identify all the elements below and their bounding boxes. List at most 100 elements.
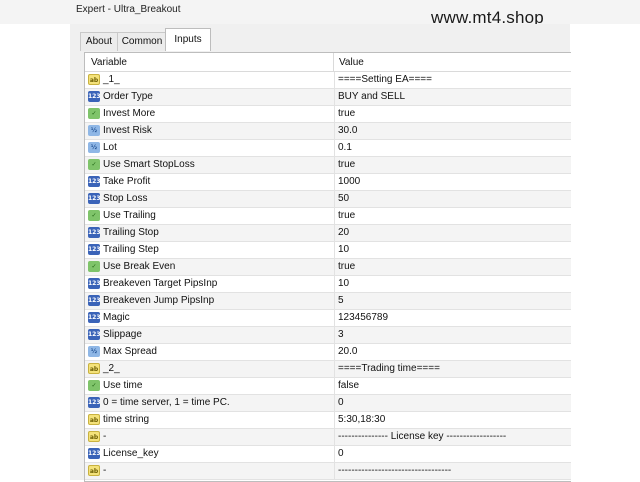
integer-type-icon: 123 (88, 329, 101, 340)
variable-name: Use Break Even (103, 261, 176, 272)
variable-value[interactable]: 0 (334, 446, 571, 462)
variable-name: time string (103, 414, 150, 425)
column-divider[interactable] (333, 53, 334, 71)
column-header-variable[interactable]: Variable (91, 57, 127, 68)
tab-common[interactable]: Common (117, 32, 167, 51)
variable-name: Order Type (103, 91, 153, 102)
variable-value[interactable]: false (334, 378, 571, 394)
tab-about[interactable]: About (80, 32, 118, 51)
variable-value[interactable]: ====Trading time==== (334, 361, 571, 377)
table-row[interactable]: ✓ Use Trailing true (85, 208, 571, 225)
boolean-type-icon: ✓ (88, 108, 100, 119)
variable-value[interactable]: true (334, 157, 571, 173)
variable-name: Invest Risk (103, 125, 152, 136)
table-row[interactable]: 123 Trailing Stop 20 (85, 225, 571, 242)
integer-type-icon: 123 (88, 448, 101, 459)
table-row[interactable]: ✓ Invest More true (85, 106, 571, 123)
integer-type-icon: 123 (88, 176, 101, 187)
table-row[interactable]: 123 0 = time server, 1 = time PC. 0 (85, 395, 571, 412)
table-row[interactable]: 123 Stop Loss 50 (85, 191, 571, 208)
variable-value[interactable]: 10 (334, 242, 571, 258)
variable-value[interactable]: 1000 (334, 174, 571, 190)
string-type-icon: ab (88, 414, 100, 425)
variable-value[interactable]: 0.1 (334, 140, 571, 156)
table-row[interactable]: 123 Trailing Step 10 (85, 242, 571, 259)
table-row[interactable]: 123 Breakeven Target PipsInp 10 (85, 276, 571, 293)
table-row[interactable]: ab time string 5:30,18:30 (85, 412, 571, 429)
integer-type-icon: 123 (88, 295, 101, 306)
inputs-table-body: ab _1_ ====Setting EA==== 123 Order Type BUY … (85, 72, 571, 480)
variable-value[interactable]: 0 (334, 395, 571, 411)
variable-name: Breakeven Jump PipsInp (103, 295, 215, 306)
variable-value[interactable]: 20 (334, 225, 571, 241)
table-row[interactable]: ab _1_ ====Setting EA==== (85, 72, 571, 89)
variable-value[interactable]: 5 (334, 293, 571, 309)
table-header: Variable Value (85, 53, 571, 72)
table-row[interactable]: 123 Take Profit 1000 (85, 174, 571, 191)
integer-type-icon: 123 (88, 397, 101, 408)
variable-value[interactable]: 30.0 (334, 123, 571, 139)
variable-name: Slippage (103, 329, 142, 340)
variable-value[interactable]: ====Setting EA==== (334, 72, 571, 88)
variable-value[interactable]: true (334, 259, 571, 275)
window-title: Expert - Ultra_Breakout (76, 4, 181, 15)
variable-value[interactable]: 5:30,18:30 (334, 412, 571, 428)
variable-name: - (103, 431, 107, 442)
variable-value[interactable]: BUY and SELL (334, 89, 571, 105)
tab-inputs[interactable]: Inputs (165, 28, 211, 51)
variable-name: 0 = time server, 1 = time PC. (103, 397, 230, 408)
column-header-value[interactable]: Value (339, 57, 364, 68)
table-row[interactable]: ½ Lot 0.1 (85, 140, 571, 157)
variable-name: _1_ (103, 74, 120, 85)
integer-type-icon: 123 (88, 278, 101, 289)
variable-name: Lot (103, 142, 117, 153)
boolean-type-icon: ✓ (88, 159, 100, 170)
double-type-icon: ½ (88, 125, 100, 136)
variable-name: Use Trailing (103, 210, 156, 221)
integer-type-icon: 123 (88, 227, 101, 238)
variable-value[interactable]: true (334, 106, 571, 122)
double-type-icon: ½ (88, 142, 100, 153)
variable-name: Magic (103, 312, 130, 323)
variable-value[interactable]: 123456789 (334, 310, 571, 326)
variable-name: Use time (103, 380, 143, 391)
table-row[interactable]: ab - --------------- License key ---------… (85, 429, 571, 446)
double-type-icon: ½ (88, 346, 100, 357)
variable-value[interactable]: 20.0 (334, 344, 571, 360)
table-row[interactable]: ✓ Use time false (85, 378, 571, 395)
variable-value[interactable]: ---------------------------------- (334, 463, 571, 479)
variable-value[interactable]: 50 (334, 191, 571, 207)
table-row[interactable]: ½ Invest Risk 30.0 (85, 123, 571, 140)
table-row[interactable]: 123 Order Type BUY and SELL (85, 89, 571, 106)
variable-name: Trailing Stop (103, 227, 159, 238)
table-row[interactable]: ab _2_ ====Trading time==== (85, 361, 571, 378)
table-row[interactable]: 123 Magic 123456789 (85, 310, 571, 327)
table-row[interactable]: ½ Max Spread 20.0 (85, 344, 571, 361)
table-row[interactable]: 123 Breakeven Jump PipsInp 5 (85, 293, 571, 310)
integer-type-icon: 123 (88, 244, 101, 255)
variable-name: Take Profit (103, 176, 151, 187)
inputs-panel: Variable Value ab _1_ ====Setting EA==== 12… (84, 52, 571, 482)
window-titlebar: Expert - Ultra_Breakout (0, 0, 640, 24)
variable-name: Invest More (103, 108, 156, 119)
variable-value[interactable]: 10 (334, 276, 571, 292)
table-row[interactable]: 123 Slippage 3 (85, 327, 571, 344)
table-row[interactable]: ✓ Use Smart StopLoss true (85, 157, 571, 174)
string-type-icon: ab (88, 74, 100, 85)
variable-value[interactable]: --------------- License key ------------… (334, 429, 571, 445)
variable-name: Stop Loss (103, 193, 148, 204)
table-row[interactable]: 123 License_key 0 (85, 446, 571, 463)
variable-name: Max Spread (103, 346, 157, 357)
variable-value[interactable]: 3 (334, 327, 571, 343)
table-row[interactable]: ✓ Use Break Even true (85, 259, 571, 276)
boolean-type-icon: ✓ (88, 210, 100, 221)
variable-name: _2_ (103, 363, 120, 374)
string-type-icon: ab (88, 465, 100, 476)
variable-name: Breakeven Target PipsInp (103, 278, 218, 289)
table-row[interactable]: ab - ---------------------------------- (85, 463, 571, 480)
variable-value[interactable]: true (334, 208, 571, 224)
integer-type-icon: 123 (88, 193, 101, 204)
integer-type-icon: 123 (88, 312, 101, 323)
integer-type-icon: 123 (88, 91, 101, 102)
string-type-icon: ab (88, 363, 100, 374)
